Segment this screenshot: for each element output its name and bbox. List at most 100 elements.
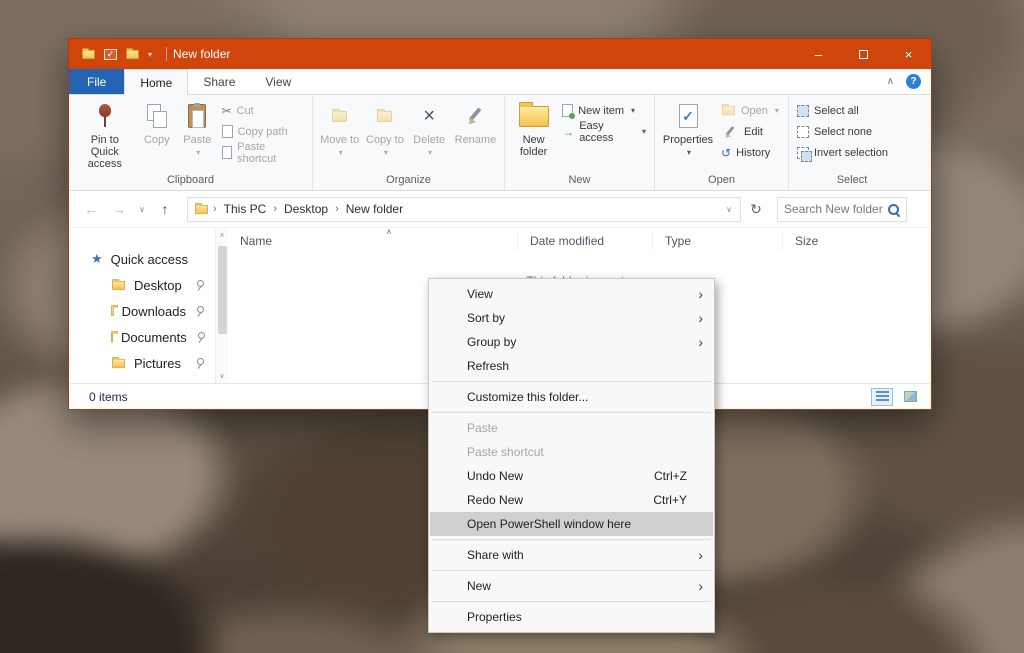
folder-icon: [112, 358, 125, 367]
sidebar-scrollbar[interactable]: ∧ ∨: [215, 228, 228, 383]
details-view-icon: [876, 391, 889, 402]
minimize-icon: –: [815, 47, 822, 62]
search-icon[interactable]: [887, 203, 900, 216]
close-icon: ×: [905, 47, 913, 62]
tab-share[interactable]: Share: [188, 69, 250, 94]
move-to-button[interactable]: Move to ▾: [317, 98, 362, 172]
scroll-up-icon[interactable]: ∧: [219, 228, 224, 242]
properties-check-icon[interactable]: ✓: [104, 49, 117, 60]
search-input[interactable]: [784, 202, 887, 216]
dropdown-caret-icon: ▾: [631, 106, 635, 115]
open-folder-icon: [722, 106, 735, 115]
copy-to-button[interactable]: Copy to ▾: [362, 98, 407, 172]
open-button[interactable]: Open ▾: [717, 100, 783, 121]
select-none-button[interactable]: Select none: [793, 121, 892, 142]
menu-item-undo-new[interactable]: Undo New Ctrl+Z: [430, 464, 713, 488]
edit-button[interactable]: Edit: [717, 121, 783, 142]
breadcrumb-this-pc[interactable]: This PC: [224, 202, 267, 216]
copy-to-folder-icon: [377, 111, 392, 122]
tab-view[interactable]: View: [250, 69, 306, 94]
column-header-size[interactable]: Size: [783, 232, 883, 250]
menu-item-sort-by[interactable]: Sort by ›: [430, 306, 713, 330]
menu-item-redo-new[interactable]: Redo New Ctrl+Y: [430, 488, 713, 512]
back-button[interactable]: ←: [79, 201, 103, 217]
minimize-button[interactable]: –: [796, 39, 841, 69]
paste-shortcut-button[interactable]: Paste shortcut: [218, 142, 308, 163]
new-item-button[interactable]: New item ▾: [558, 100, 650, 121]
close-button[interactable]: ×: [886, 39, 931, 69]
menu-item-view[interactable]: View ›: [430, 282, 713, 306]
menu-item-new[interactable]: New ›: [430, 574, 713, 598]
menu-separator: [432, 601, 711, 602]
menu-item-share-with[interactable]: Share with ›: [430, 543, 713, 567]
keyboard-shortcut: Ctrl+Z: [654, 469, 687, 483]
easy-access-icon: →: [562, 126, 574, 138]
scrollbar-thumb[interactable]: [218, 246, 227, 334]
collapse-ribbon-icon[interactable]: ∧: [887, 76, 894, 87]
properties-button[interactable]: ✓ Properties ▾: [659, 98, 717, 172]
ribbon-tab-row: File Home Share View ∧ ?: [69, 69, 931, 95]
menu-separator: [432, 381, 711, 382]
menu-separator: [432, 539, 711, 540]
chevron-icon: ›: [335, 203, 339, 215]
item-count: 0 items: [89, 390, 128, 404]
cut-button[interactable]: ✂ Cut: [218, 100, 308, 121]
recent-locations-dropdown[interactable]: ∨: [135, 205, 149, 214]
column-header-name[interactable]: Name: [228, 232, 518, 250]
new-folder-button[interactable]: New folder: [509, 98, 558, 172]
sidebar-item-desktop[interactable]: Desktop: [69, 272, 215, 298]
submenu-arrow-icon: ›: [691, 310, 703, 326]
pin-icon: [195, 332, 206, 343]
menu-item-refresh[interactable]: Refresh: [430, 354, 713, 378]
paste-button[interactable]: Paste ▾: [177, 98, 218, 172]
organize-group-label: Organize: [313, 172, 504, 190]
folder-icon[interactable]: [126, 49, 139, 58]
maximize-button[interactable]: [841, 39, 886, 69]
details-view-button[interactable]: [871, 388, 893, 406]
menu-item-customize-this-folder[interactable]: Customize this folder...: [430, 385, 713, 409]
history-button[interactable]: ↺ History: [717, 142, 783, 163]
sidebar-item-documents[interactable]: Documents: [69, 324, 215, 350]
pin-to-quick-access-button[interactable]: Pin to Quick access: [73, 98, 137, 172]
keyboard-shortcut: Ctrl+Y: [653, 493, 687, 507]
column-header-date-modified[interactable]: Date modified: [518, 232, 653, 250]
column-header-type[interactable]: Type: [653, 232, 783, 250]
dropdown-caret-icon: ▾: [775, 106, 779, 115]
search-box[interactable]: [777, 197, 907, 222]
submenu-arrow-icon: ›: [691, 547, 703, 563]
breadcrumb-desktop[interactable]: Desktop: [284, 202, 328, 216]
breadcrumb-new-folder[interactable]: New folder: [346, 202, 403, 216]
copy-button[interactable]: Copy: [137, 98, 178, 172]
large-icons-view-icon: [904, 391, 917, 402]
forward-button[interactable]: →: [107, 201, 131, 217]
qat-customize-caret-icon[interactable]: ▾: [148, 50, 152, 59]
delete-button[interactable]: × Delete ▾: [408, 98, 451, 172]
address-box[interactable]: › This PC › Desktop › New folder ∨: [187, 197, 741, 222]
ribbon-group-new: New folder New item ▾ → Easy access ▾ Ne…: [505, 95, 655, 190]
sidebar-item-downloads[interactable]: Downloads: [69, 298, 215, 324]
help-icon[interactable]: ?: [906, 74, 921, 89]
copy-path-button[interactable]: Copy path: [218, 121, 308, 142]
up-button[interactable]: ↑: [153, 201, 177, 217]
address-dropdown-icon[interactable]: ∨: [720, 205, 738, 214]
sidebar-item-pictures[interactable]: Pictures: [69, 350, 215, 376]
rename-button[interactable]: Rename: [451, 98, 500, 172]
easy-access-button[interactable]: → Easy access ▾: [558, 121, 650, 142]
pin-icon: [194, 358, 205, 369]
menu-item-paste-shortcut: Paste shortcut: [430, 440, 713, 464]
menu-item-open-powershell[interactable]: Open PowerShell window here: [430, 512, 713, 536]
menu-item-group-by[interactable]: Group by ›: [430, 330, 713, 354]
folder-icon[interactable]: [82, 49, 95, 58]
refresh-button[interactable]: ↻: [745, 201, 767, 218]
menu-item-properties[interactable]: Properties: [430, 605, 713, 629]
tab-home[interactable]: Home: [124, 69, 188, 95]
pin-icon: [194, 280, 205, 291]
ribbon-group-organize: Move to ▾ Copy to ▾ × Delete ▾ Rename Or…: [313, 95, 505, 190]
sidebar-item-quick-access[interactable]: ★ Quick access: [69, 246, 215, 272]
edit-pencil-icon: [724, 125, 737, 139]
large-icons-view-button[interactable]: [899, 388, 921, 406]
select-all-button[interactable]: Select all: [793, 100, 892, 121]
scroll-down-icon[interactable]: ∨: [219, 369, 224, 383]
invert-selection-button[interactable]: Invert selection: [793, 142, 892, 163]
tab-file[interactable]: File: [69, 69, 124, 94]
